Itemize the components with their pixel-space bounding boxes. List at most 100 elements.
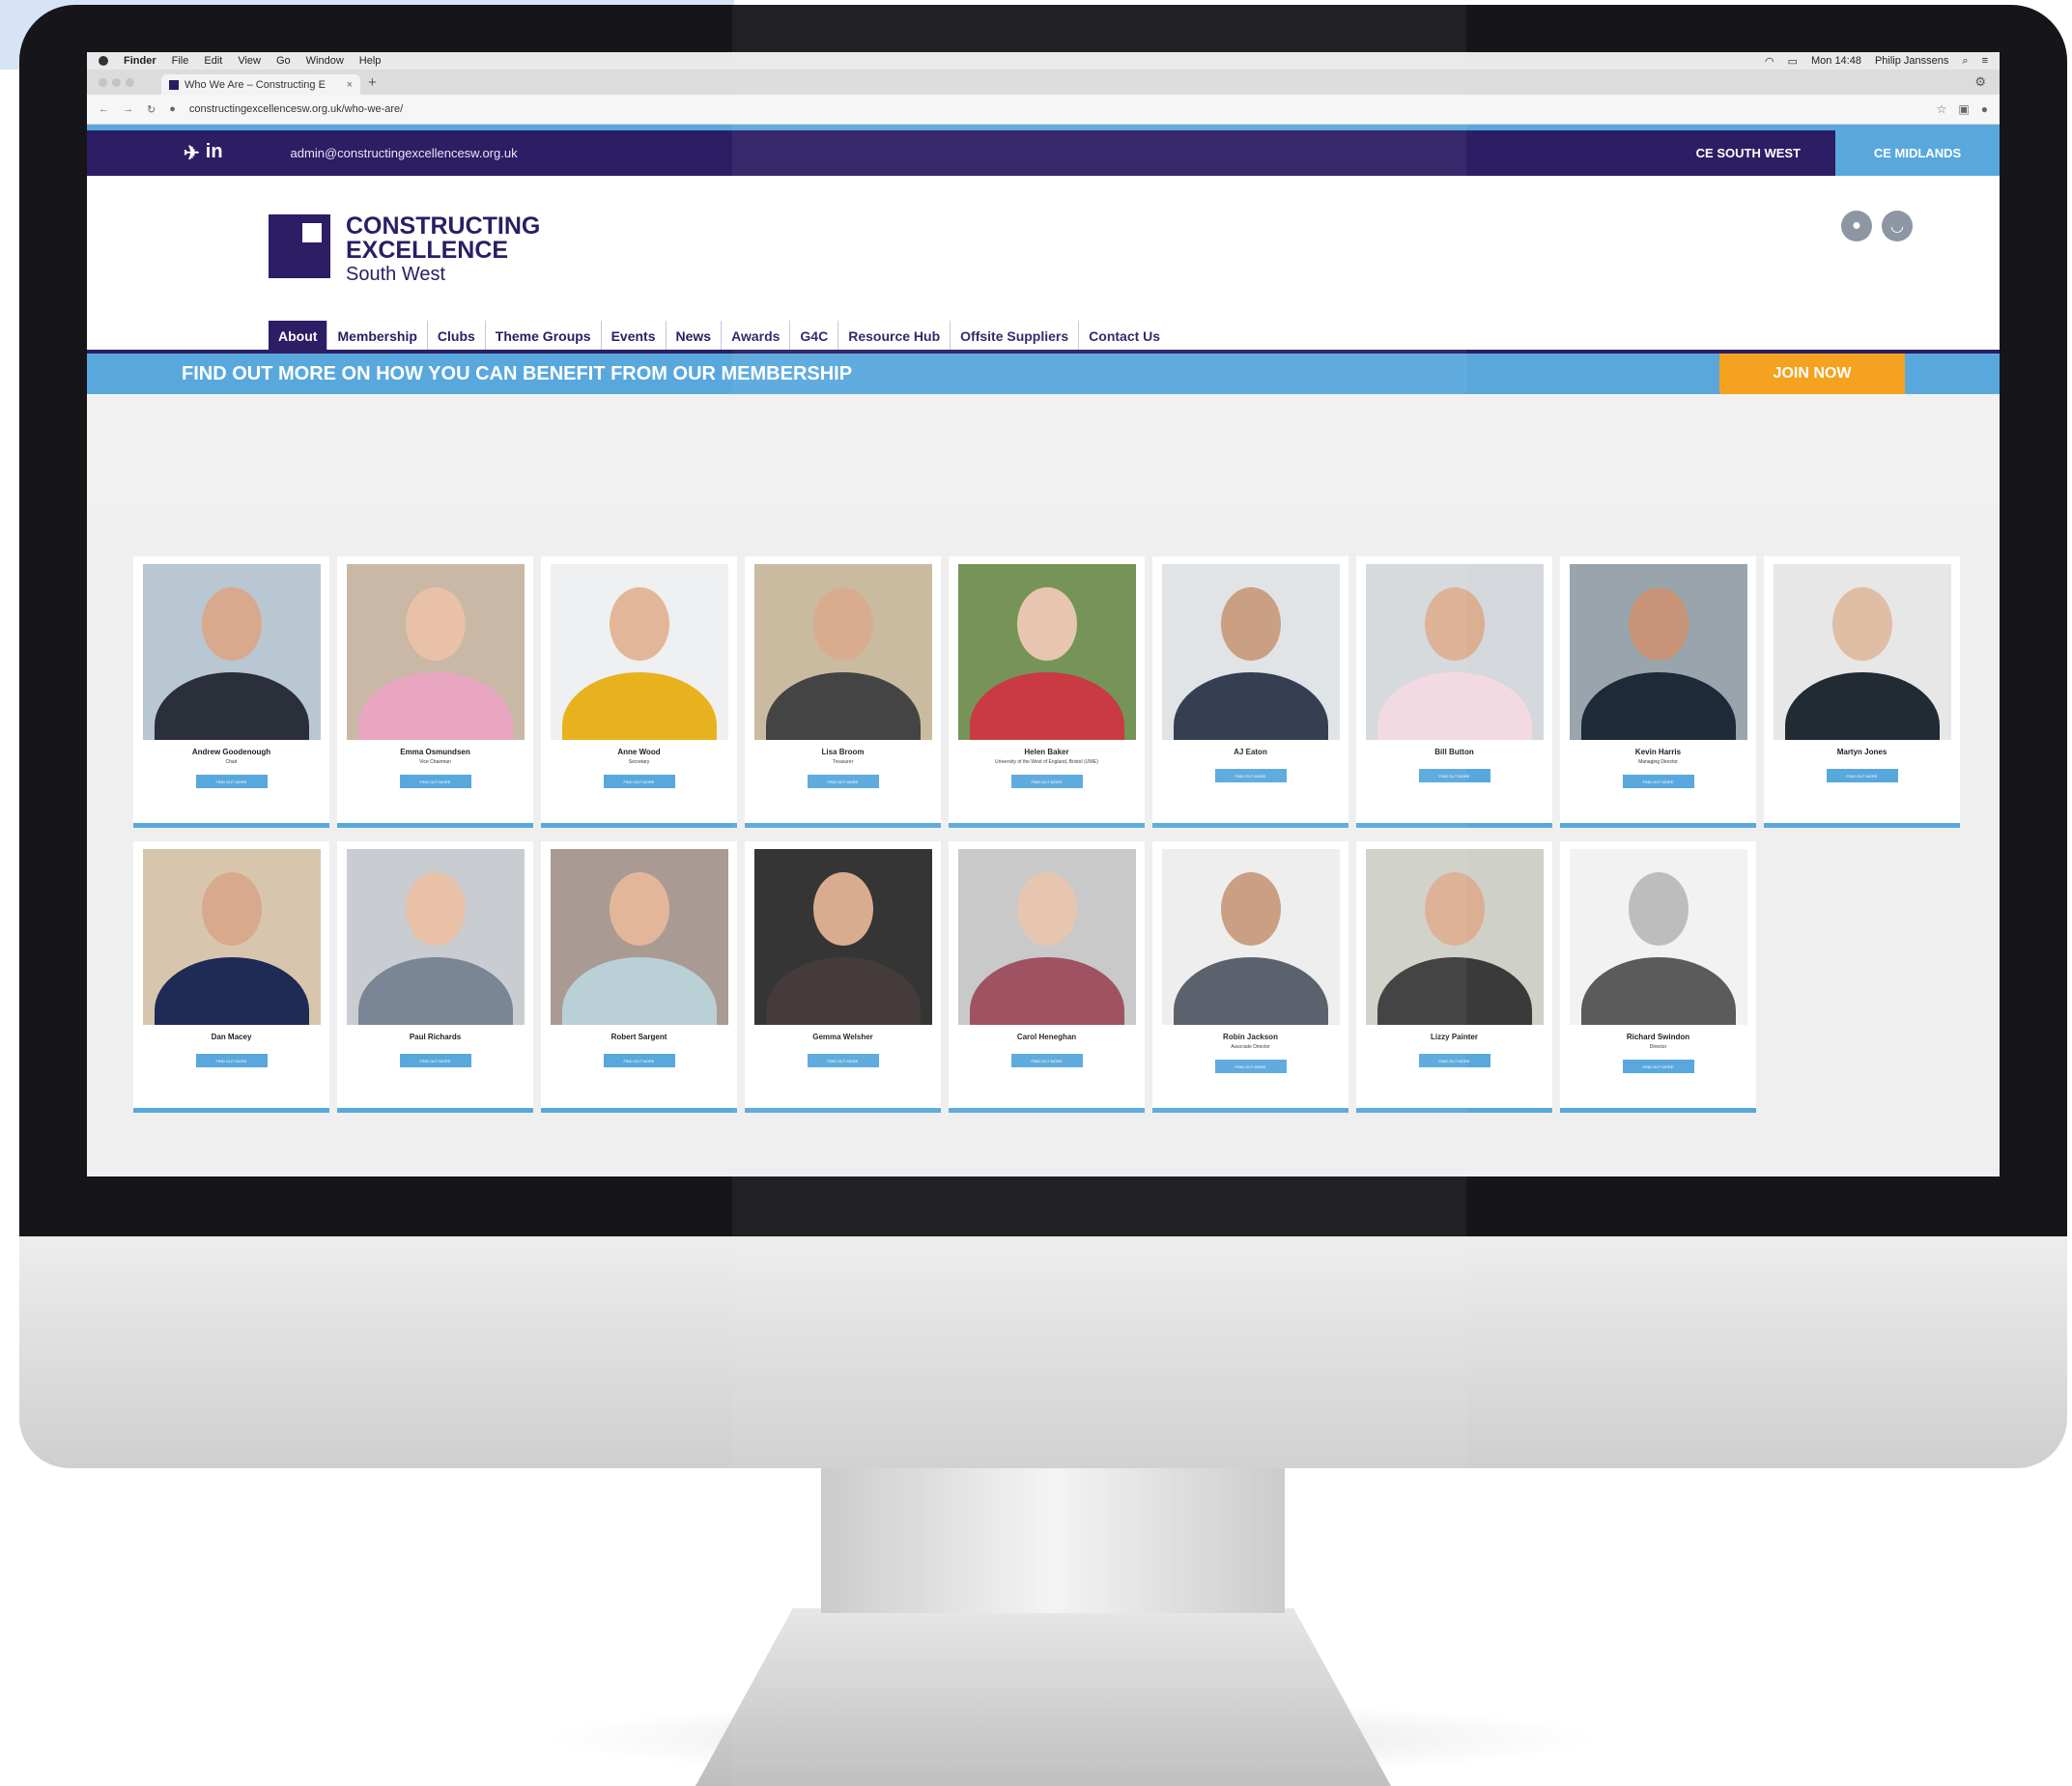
find-out-more-button[interactable]: FIND OUT MORE xyxy=(1010,775,1083,788)
notification-icon[interactable]: ≡ xyxy=(1982,55,1988,67)
menu-window[interactable]: Window xyxy=(306,55,344,67)
close-window-icon[interactable] xyxy=(99,77,107,87)
find-out-more-button[interactable]: FIND OUT MORE xyxy=(1826,769,1898,782)
find-out-more-button[interactable]: FIND OUT MORE xyxy=(807,1054,879,1067)
menu-go[interactable]: Go xyxy=(276,55,291,67)
nav-offsite-suppliers[interactable]: Offsite Suppliers xyxy=(950,321,1078,350)
nav-awards[interactable]: Awards xyxy=(721,321,789,350)
nav-membership[interactable]: Membership xyxy=(326,321,426,350)
forward-icon[interactable]: → xyxy=(123,103,133,115)
back-icon[interactable]: ← xyxy=(99,103,109,115)
person-card: Gemma Welsher FIND OUT MORE xyxy=(745,841,941,1113)
photo-body-shape xyxy=(561,672,717,740)
photo-head-shape xyxy=(405,872,466,946)
find-out-more-button[interactable]: FIND OUT MORE xyxy=(1418,1054,1490,1067)
person-role: University of the West of England, Brist… xyxy=(995,759,1098,765)
person-photo[interactable] xyxy=(753,564,932,740)
spotlight-icon[interactable]: ⌕ xyxy=(1962,55,1968,68)
nav-events[interactable]: Events xyxy=(600,321,666,350)
new-tab-icon[interactable]: + xyxy=(368,74,377,91)
person-photo[interactable] xyxy=(753,849,932,1025)
nav-theme-groups[interactable]: Theme Groups xyxy=(484,321,601,350)
menu-edit[interactable]: Edit xyxy=(204,55,222,67)
contact-email[interactable]: admin@constructingexcellencesw.org.uk xyxy=(291,146,518,160)
banner-text[interactable]: FIND OUT MORE ON HOW YOU CAN BENEFIT FRO… xyxy=(182,363,852,385)
nav-contact-us[interactable]: Contact Us xyxy=(1078,321,1170,350)
person-card: Lisa Broom Treasurer FIND OUT MORE xyxy=(745,556,941,828)
find-out-more-button[interactable]: FIND OUT MORE xyxy=(1214,1060,1287,1073)
basket-icon[interactable]: ◡ xyxy=(1882,211,1913,241)
close-tab-icon[interactable]: × xyxy=(347,79,353,91)
nav-clubs[interactable]: Clubs xyxy=(426,321,485,350)
person-photo[interactable] xyxy=(1365,849,1544,1025)
window-controls xyxy=(99,77,134,87)
nav-about[interactable]: About xyxy=(269,321,327,350)
find-out-more-button[interactable]: FIND OUT MORE xyxy=(1622,1060,1694,1073)
person-name: AJ Eaton xyxy=(1234,748,1267,756)
zoom-window-icon[interactable] xyxy=(126,77,134,87)
person-photo[interactable] xyxy=(1773,564,1951,740)
photo-body-shape xyxy=(1173,957,1328,1025)
join-now-button[interactable]: JOIN NOW xyxy=(1719,354,1905,394)
person-photo[interactable] xyxy=(957,564,1136,740)
browser-tab[interactable]: Who We Are – Constructing E × xyxy=(161,74,360,95)
nav-resource-hub[interactable]: Resource Hub xyxy=(837,321,950,350)
person-photo[interactable] xyxy=(550,849,728,1025)
minimize-window-icon[interactable] xyxy=(112,77,121,87)
find-out-more-button[interactable]: FIND OUT MORE xyxy=(1418,769,1490,782)
photo-head-shape xyxy=(201,587,262,661)
site-header: CONSTRUCTING EXCELLENCE South West ● ◡ A… xyxy=(87,176,2000,350)
profile-icon[interactable]: ● xyxy=(1981,102,1988,116)
person-name: Richard Swindon xyxy=(1626,1033,1690,1041)
find-out-more-button[interactable]: FIND OUT MORE xyxy=(1214,769,1287,782)
apple-icon[interactable] xyxy=(99,56,108,66)
person-photo[interactable] xyxy=(142,849,321,1025)
person-photo[interactable] xyxy=(1569,564,1747,740)
wifi-icon[interactable]: ◠ xyxy=(1765,55,1774,68)
menu-file[interactable]: File xyxy=(172,55,189,67)
account-icon[interactable]: ● xyxy=(1841,211,1872,241)
logo-line-3: South West xyxy=(346,264,446,285)
find-out-more-button[interactable]: FIND OUT MORE xyxy=(1010,1054,1083,1067)
find-out-more-button[interactable]: FIND OUT MORE xyxy=(1622,775,1694,788)
find-out-more-button[interactable]: FIND OUT MORE xyxy=(807,775,879,788)
photo-body-shape xyxy=(969,957,1124,1025)
nav-news[interactable]: News xyxy=(665,321,722,350)
ce-midlands-link[interactable]: CE MIDLANDS xyxy=(1835,130,2000,176)
menu-view[interactable]: View xyxy=(238,55,261,67)
browser-settings-icon[interactable]: ⚙ xyxy=(1974,74,1986,90)
bookmark-star-icon[interactable]: ☆ xyxy=(1937,102,1947,116)
linkedin-icon[interactable]: in xyxy=(206,141,223,165)
url-field[interactable]: constructingexcellencesw.org.uk/who-we-a… xyxy=(189,103,403,115)
header-icons: ● ◡ xyxy=(1841,211,1913,241)
find-out-more-button[interactable]: FIND OUT MORE xyxy=(399,1054,471,1067)
person-photo[interactable] xyxy=(1569,849,1747,1025)
find-out-more-button[interactable]: FIND OUT MORE xyxy=(603,1054,675,1067)
person-photo[interactable] xyxy=(142,564,321,740)
menu-user[interactable]: Philip Janssens xyxy=(1875,55,1948,67)
menu-clock[interactable]: Mon 14:48 xyxy=(1811,55,1861,67)
person-role: Secretary xyxy=(628,759,650,765)
battery-icon[interactable]: ▭ xyxy=(1788,55,1798,68)
person-photo[interactable] xyxy=(957,849,1136,1025)
menu-help[interactable]: Help xyxy=(359,55,382,67)
person-photo[interactable] xyxy=(346,849,525,1025)
twitter-icon[interactable]: ✈ xyxy=(184,141,200,165)
person-photo[interactable] xyxy=(1161,564,1340,740)
ce-south-west-link[interactable]: CE SOUTH WEST xyxy=(1661,130,1835,176)
nav-g4c[interactable]: G4C xyxy=(789,321,837,350)
extension-icon[interactable]: ▣ xyxy=(1958,102,1969,116)
person-photo[interactable] xyxy=(346,564,525,740)
reload-icon[interactable]: ↻ xyxy=(147,103,156,116)
find-out-more-button[interactable]: FIND OUT MORE xyxy=(603,775,675,788)
person-photo[interactable] xyxy=(550,564,728,740)
menu-finder[interactable]: Finder xyxy=(124,55,156,67)
person-photo[interactable] xyxy=(1365,564,1544,740)
photo-head-shape xyxy=(1424,872,1485,946)
find-out-more-button[interactable]: FIND OUT MORE xyxy=(195,1054,268,1067)
person-photo[interactable] xyxy=(1161,849,1340,1025)
photo-head-shape xyxy=(1016,587,1077,661)
site-logo[interactable]: CONSTRUCTING EXCELLENCE South West xyxy=(269,214,540,284)
find-out-more-button[interactable]: FIND OUT MORE xyxy=(195,775,268,788)
find-out-more-button[interactable]: FIND OUT MORE xyxy=(399,775,471,788)
